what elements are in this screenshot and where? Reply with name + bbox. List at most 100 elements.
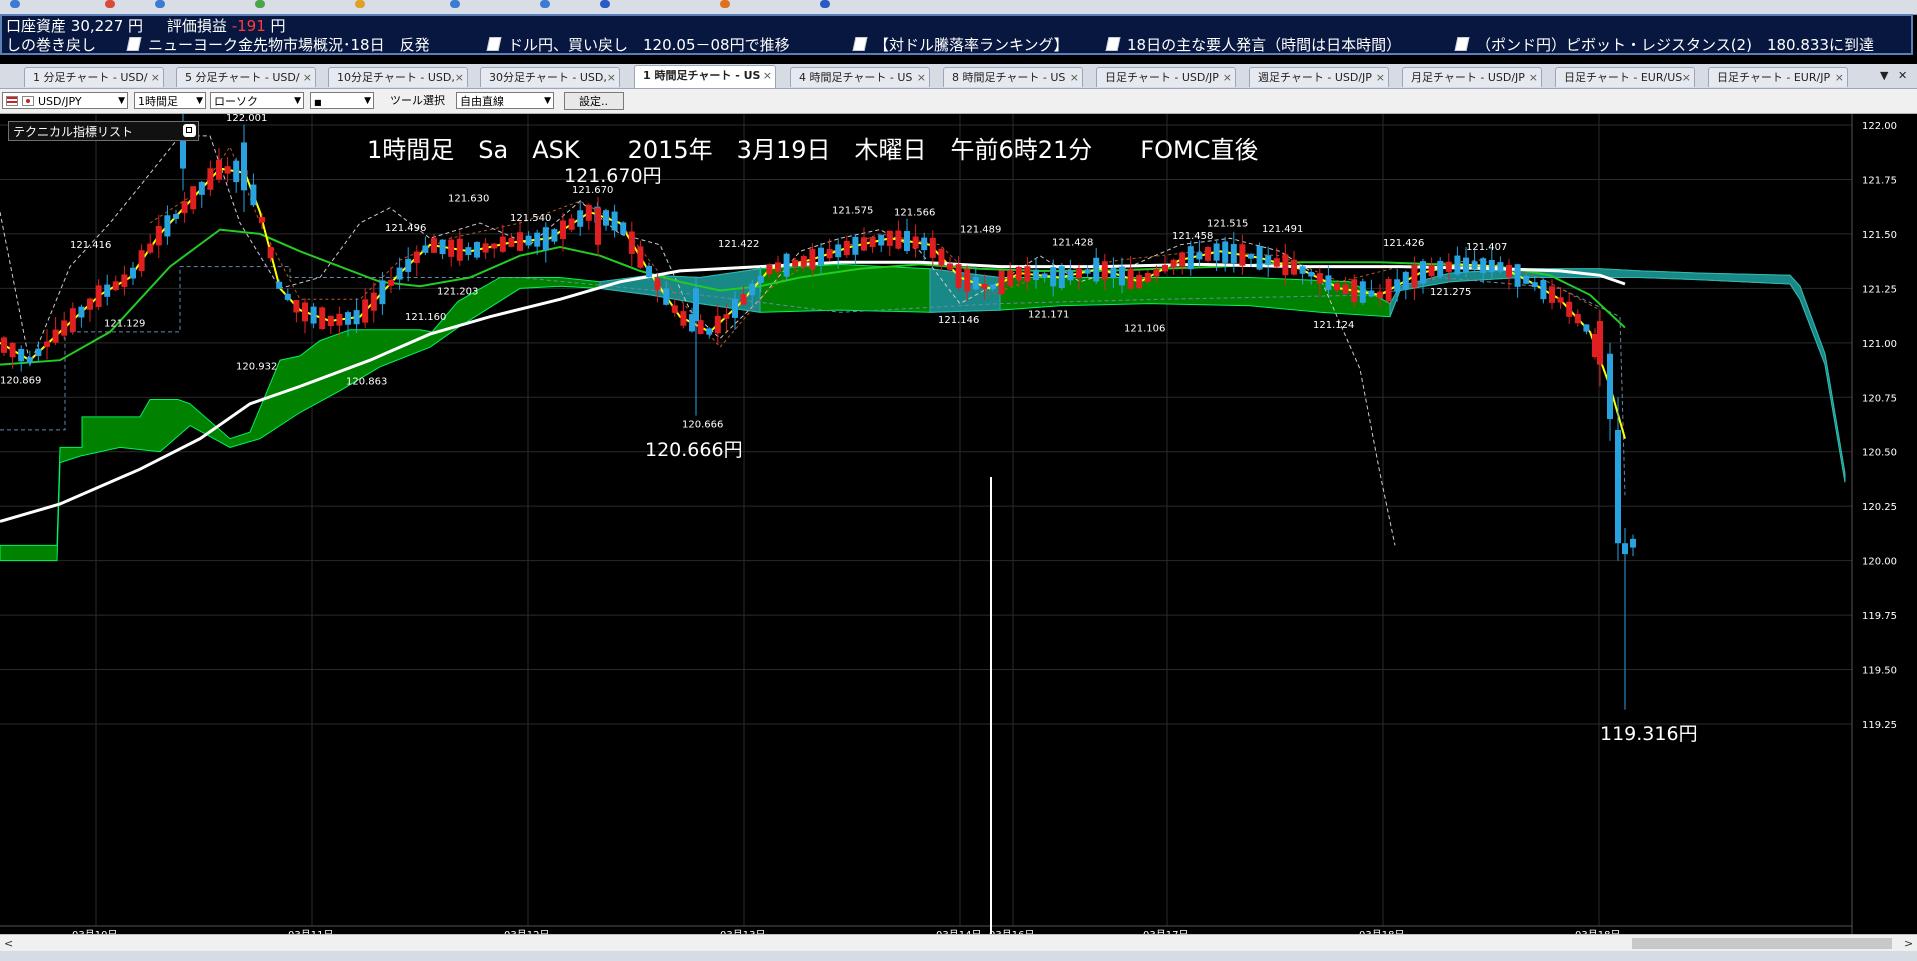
candle-body [491, 243, 498, 249]
news-item[interactable]: ニューヨーク金先物市場概況･18日 反発 [126, 36, 430, 54]
menu-icon-10[interactable] [820, 0, 833, 10]
price-label: 121.129 [104, 319, 145, 330]
info-bar: 口座資産 30,227 円 評価損益 -191 円 しの巻き戻し ニューヨーク金… [0, 14, 1913, 55]
tab-5min-chart[interactable]: 5 分足チャート - USD/× [176, 67, 316, 87]
menu-icon-8[interactable] [600, 0, 613, 10]
y-tick-label: 120.50 [1862, 448, 1897, 459]
candle-body [1488, 260, 1495, 273]
candle-body [69, 308, 76, 332]
tab-close-icon[interactable]: × [455, 68, 464, 87]
news-ticker: しの巻き戻し ニューヨーク金先物市場概況･18日 反発 ドル円、買い戻し 120… [4, 36, 1909, 54]
news-item[interactable]: （ポンド円）ピボット・レジスタンス(2) 180.833に到達 [1454, 36, 1874, 54]
tab-close-icon[interactable]: × [1682, 68, 1691, 87]
candle-body [723, 314, 730, 319]
tab-close-icon[interactable]: × [763, 66, 772, 86]
menu-icon-6[interactable] [450, 0, 463, 10]
menu-icon-7[interactable] [540, 0, 553, 10]
candle-body [1377, 291, 1383, 299]
close-window-icon[interactable]: ✕ [1898, 69, 1907, 82]
tab-10min-chart[interactable]: 10分足チャート - USD, × [328, 67, 468, 87]
tab-daily-chart-usdjpy[interactable]: 日足チャート - USD/JP × [1096, 67, 1236, 87]
candle-body [327, 315, 334, 327]
candle-body [1187, 246, 1194, 270]
candle-body [611, 211, 618, 231]
candle-body [336, 313, 343, 326]
news-item[interactable]: しの巻き戻し [6, 36, 96, 54]
y-tick-label: 122.00 [1862, 121, 1897, 132]
candle-body [190, 186, 197, 210]
candle-body [1351, 279, 1358, 303]
menu-icon-2[interactable] [105, 0, 118, 10]
y-tick-label: 121.25 [1862, 284, 1897, 295]
y-tick-label: 119.25 [1862, 720, 1897, 731]
tab-30min-chart[interactable]: 30分足チャート - USD, × [480, 67, 620, 87]
tab-close-icon[interactable]: × [607, 68, 616, 87]
chart-style-select[interactable]: ローソク ▼ [210, 92, 304, 109]
candle-body [173, 214, 179, 219]
candle-body [620, 222, 627, 235]
candle-body [241, 142, 247, 191]
drawing-tool-select[interactable]: 自由直線 ▼ [456, 92, 554, 109]
menu-icon-5[interactable] [355, 0, 368, 10]
tab-close-icon[interactable]: × [1835, 68, 1844, 87]
candle-body [87, 298, 93, 310]
tab-4hour-chart[interactable]: 4 時間足チャート - US × [790, 67, 930, 87]
tab-weekly-chart[interactable]: 週足チャート - USD/JP × [1249, 67, 1389, 87]
candle-body [1222, 241, 1229, 263]
menu-icon-4[interactable] [255, 0, 268, 10]
price-label: 121.416 [70, 240, 111, 251]
candle-body [646, 265, 652, 278]
candle-body [1015, 266, 1022, 281]
menu-icon-3[interactable] [155, 0, 168, 10]
maximize-icon[interactable] [183, 124, 196, 137]
status-strip [0, 951, 1917, 961]
candle-body [1402, 271, 1409, 290]
menu-icon-1[interactable] [10, 0, 23, 10]
news-item[interactable]: 18日の主な要人発言（時間は日本時間） [1105, 36, 1401, 54]
candle-type-select[interactable]: ■ ▼ [310, 92, 374, 109]
tab-daily-chart-eurjpy[interactable]: 日足チャート - EUR/JP × [1708, 67, 1848, 87]
candle-body [1597, 321, 1603, 365]
price-label: 121.203 [437, 287, 478, 298]
indicator-list-panel[interactable]: テクニカル指標リスト [8, 121, 199, 141]
candle-body [1248, 254, 1254, 259]
currency-pair-select[interactable]: USD/JPY ▼ [2, 92, 128, 109]
candle-body [293, 299, 300, 313]
news-item[interactable]: 【対ドル騰落率ランキング】 [852, 36, 1069, 54]
tab-1hour-chart[interactable]: 1 時間足チャート - US × [634, 65, 776, 88]
candle-body [319, 307, 326, 330]
scrollbar-thumb[interactable] [1632, 938, 1892, 949]
pnl-value: -191 [231, 17, 266, 35]
tab-close-icon[interactable]: × [303, 68, 312, 87]
price-label: 121.496 [385, 223, 426, 234]
tab-close-icon[interactable]: × [917, 68, 926, 87]
tab-8hour-chart[interactable]: 8 時間足チャート - US × [943, 67, 1083, 87]
account-summary: 口座資産 30,227 円 評価損益 -191 円 [6, 17, 286, 35]
chart-title: 1時間足 Sa ASK 2015年 3月19日 木曜日 午前6時21分 FOMC… [367, 136, 1258, 164]
tab-list-dropdown-icon[interactable]: ▼ [1880, 69, 1888, 82]
candle-body [164, 215, 171, 237]
menu-icon-9[interactable] [720, 0, 733, 10]
price-label: 121.124 [1313, 320, 1354, 331]
tab-close-icon[interactable]: × [151, 68, 160, 87]
tab-close-icon[interactable]: × [1529, 68, 1538, 87]
candle-body [439, 239, 446, 255]
tab-close-icon[interactable]: × [1223, 68, 1232, 87]
price-chart[interactable]: 122.086122.001121.416121.129120.932120.8… [0, 114, 1917, 934]
candle-body [1342, 284, 1349, 295]
tab-1min-chart[interactable]: 1 分足チャート - USD/× [24, 67, 164, 87]
tab-daily-chart-eurusd[interactable]: 日足チャート - EUR/US × [1555, 67, 1695, 87]
tab-close-icon[interactable]: × [1376, 68, 1385, 87]
tab-monthly-chart[interactable]: 月足チャート - USD/JP × [1402, 67, 1542, 87]
settings-button[interactable]: 設定.. [564, 92, 624, 110]
candle-body [1282, 254, 1289, 276]
horizontal-scrollbar[interactable]: < > [0, 934, 1917, 952]
scroll-left-icon[interactable]: < [4, 935, 13, 952]
news-item[interactable]: ドル円、買い戻し 120.05－08円で推移 [486, 36, 790, 54]
candle-body [1445, 261, 1452, 272]
tab-close-icon[interactable]: × [1070, 68, 1079, 87]
candle-body [1196, 252, 1203, 260]
timeframe-select[interactable]: 1時間足 ▼ [134, 92, 206, 109]
candle-body [826, 249, 833, 259]
scroll-right-icon[interactable]: > [1904, 935, 1913, 952]
